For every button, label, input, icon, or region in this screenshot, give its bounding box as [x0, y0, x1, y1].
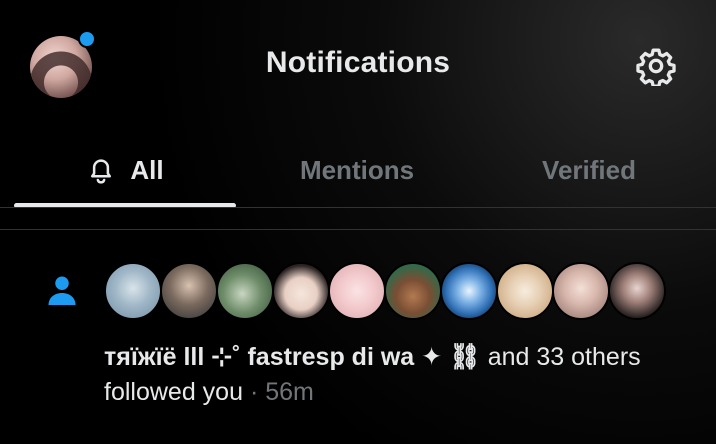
- settings-button[interactable]: [634, 44, 678, 88]
- tab-all[interactable]: All: [14, 130, 236, 210]
- timestamp: 56m: [265, 378, 314, 406]
- notification-item[interactable]: тяїжїё lll ⊹˚ fastresp di wa ✦ ⛓ and 33 …: [0, 232, 716, 444]
- notification-text: тяїжїё lll ⊹˚ fastresp di wa ✦ ⛓ and 33 …: [104, 340, 664, 410]
- bell-icon: [86, 155, 116, 185]
- tab-divider: [0, 207, 716, 208]
- tab-mentions-label: Mentions: [299, 154, 415, 185]
- notifications-screen: Notifications All Mentions Verified тяїж…: [0, 0, 716, 444]
- tab-verified-label: Verified: [542, 154, 636, 185]
- follower-names[interactable]: тяїжїё lll ⊹˚ fastresp di wa ✦ ⛓: [104, 343, 481, 371]
- tab-verified[interactable]: Verified: [478, 130, 700, 210]
- gear-icon: [636, 48, 676, 86]
- follower-avatar[interactable]: [104, 262, 162, 320]
- follower-avatar[interactable]: [384, 262, 442, 320]
- follower-avatar[interactable]: [328, 262, 386, 320]
- section-divider: [0, 229, 716, 230]
- follower-avatar[interactable]: [552, 262, 610, 320]
- separator-dot: ·: [249, 378, 259, 406]
- and-others-count: and 33: [487, 343, 565, 371]
- follower-avatar[interactable]: [216, 262, 274, 320]
- tab-all-label: All: [130, 154, 164, 185]
- tab-mentions[interactable]: Mentions: [246, 130, 468, 210]
- person-icon: [48, 276, 76, 305]
- follower-avatar[interactable]: [160, 262, 218, 320]
- follower-avatar[interactable]: [496, 262, 554, 320]
- follower-avatar[interactable]: [440, 262, 498, 320]
- follower-avatar[interactable]: [272, 262, 330, 320]
- header: Notifications: [0, 0, 716, 130]
- follower-avatars: [104, 262, 666, 320]
- follower-avatar[interactable]: [608, 262, 666, 320]
- tab-bar: All Mentions Verified: [0, 130, 716, 210]
- page-title: Notifications: [265, 46, 451, 79]
